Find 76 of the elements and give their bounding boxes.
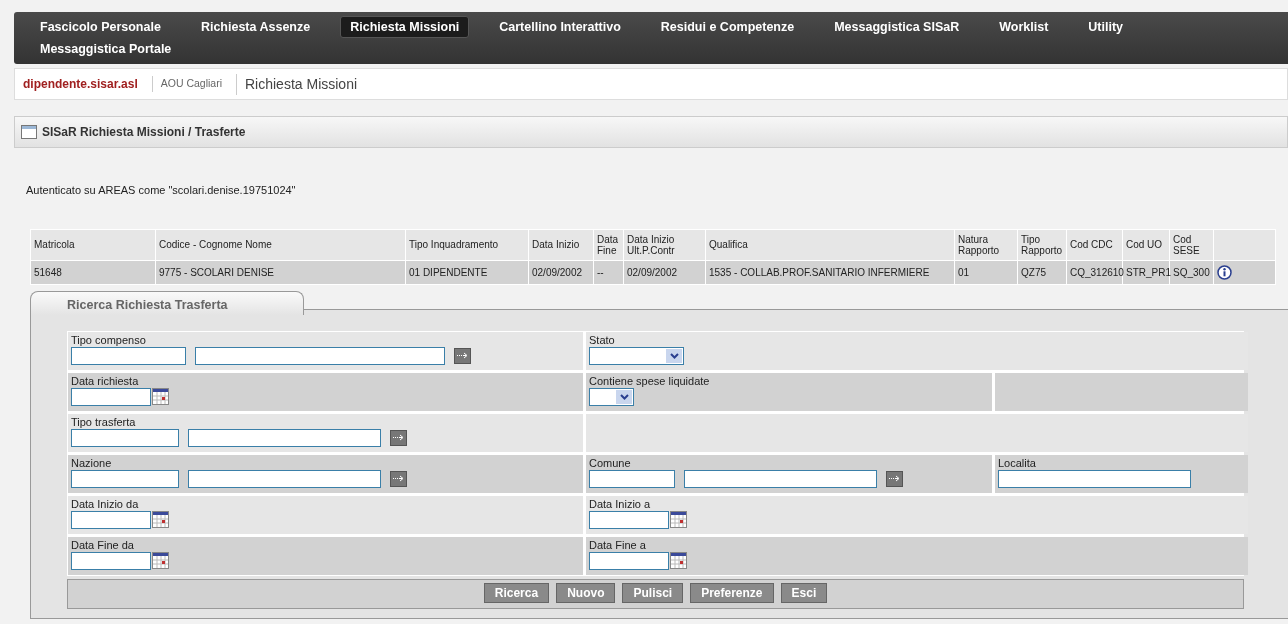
field-label: Data Inizio da <box>71 497 140 511</box>
field-label: Localita <box>998 456 1037 470</box>
code-field[interactable] <box>71 428 179 447</box>
date-field[interactable] <box>589 510 669 529</box>
nav-tab[interactable]: Messaggistica Portale <box>30 38 182 60</box>
chevron-down-icon <box>669 352 679 359</box>
nav-tab[interactable]: Messaggistica SISaR <box>824 16 970 38</box>
column-header: Qualifica <box>705 229 955 260</box>
panel-title: SISaR Richiesta Missioni / Trasferte <box>42 124 246 141</box>
breadcrumb-link[interactable]: dipendente.sisar.asl <box>15 75 152 93</box>
arrow-icon <box>393 475 404 482</box>
description-field[interactable] <box>188 428 381 447</box>
column-header: Cod SESE <box>1169 229 1214 260</box>
column-header: Cod UO <box>1122 229 1170 260</box>
column-header: Tipo Inquadramento <box>405 229 529 260</box>
column-header: Codice - Cognome Nome <box>155 229 406 260</box>
nav-tab[interactable]: Richiesta Missioni <box>340 16 470 38</box>
date-field[interactable] <box>71 551 151 570</box>
lookup-button[interactable] <box>390 429 407 446</box>
column-header: Data Inizio Ult.P.Contr <box>623 229 706 260</box>
nav-tab[interactable]: Utility <box>1078 16 1134 38</box>
table-cell: 1535 - COLLAB.PROF.SANITARIO INFERMIERE <box>705 260 955 284</box>
field-label: Tipo trasferta <box>71 415 137 429</box>
description-field[interactable] <box>684 469 877 488</box>
tab[interactable]: Ricerca Richiesta Trasferta <box>30 290 304 315</box>
arrow-icon <box>393 434 404 441</box>
calendar-icon[interactable] <box>670 511 687 528</box>
nav-tab[interactable]: Cartellino Interattivo <box>489 16 631 38</box>
text-field[interactable] <box>998 469 1191 488</box>
date-field[interactable] <box>71 387 151 406</box>
breadcrumb-link[interactable]: AOU Cagliari <box>151 76 236 92</box>
info-icon[interactable] <box>1217 264 1232 280</box>
field-label: Comune <box>589 456 632 470</box>
calendar-icon[interactable] <box>152 388 169 405</box>
dropdown[interactable] <box>589 346 684 365</box>
calendar-icon[interactable] <box>152 552 169 569</box>
description-field[interactable] <box>188 469 381 488</box>
column-header: Data Fine <box>593 229 624 260</box>
window-icon <box>21 125 37 139</box>
field-label: Stato <box>589 333 616 347</box>
column-header: Natura Rapporto <box>954 229 1018 260</box>
chevron-down-icon <box>619 393 629 400</box>
code-field[interactable] <box>71 469 179 488</box>
nav-tab[interactable]: Fascicolo Personale <box>30 16 171 38</box>
calendar-icon[interactable] <box>152 511 169 528</box>
lookup-button[interactable] <box>390 470 407 487</box>
code-field[interactable] <box>589 469 675 488</box>
calendar-icon[interactable] <box>670 552 687 569</box>
arrow-icon <box>457 352 468 359</box>
nav-tab[interactable]: Richiesta Assenze <box>190 16 321 38</box>
code-field[interactable] <box>71 346 186 365</box>
field-label: Contiene spese liquidate <box>589 374 711 388</box>
field-label: Nazione <box>71 456 113 470</box>
description-field[interactable] <box>195 346 445 365</box>
column-header: Tipo Rapporto <box>1017 229 1067 260</box>
table-cell: 51648 <box>30 260 156 284</box>
breadcrumb-current: Richiesta Missioni <box>236 73 372 95</box>
field-label: Tipo compenso <box>71 333 147 347</box>
nav-tab[interactable]: Worklist <box>989 16 1059 38</box>
auth-text: Autenticato su AREAS come "scolari.denise.19751024" <box>26 183 297 198</box>
table-cell: 9775 - SCOLARI DENISE <box>155 260 406 284</box>
field-label: Data Fine a <box>589 538 647 552</box>
column-header: Matricola <box>30 229 156 260</box>
table-cell: 01 DIPENDENTE <box>405 260 529 284</box>
field-label: Data Fine da <box>71 538 135 552</box>
column-header: Cod CDC <box>1066 229 1123 260</box>
date-field[interactable] <box>71 510 151 529</box>
field-label: Data richiesta <box>71 374 140 388</box>
field-label: Data Inizio a <box>589 497 652 511</box>
dropdown[interactable] <box>589 387 634 406</box>
lookup-button[interactable] <box>886 470 903 487</box>
nav-tab[interactable]: Residui e Competenze <box>650 16 805 38</box>
arrow-icon <box>889 475 900 482</box>
column-header: Data Inizio <box>528 229 594 260</box>
date-field[interactable] <box>589 551 669 570</box>
lookup-button[interactable] <box>454 347 471 364</box>
